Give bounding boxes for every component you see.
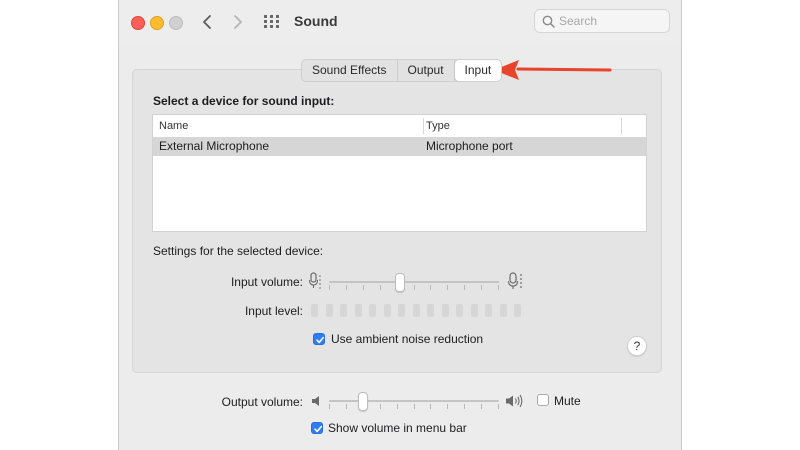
- column-separator: [423, 118, 424, 134]
- slider-tick: [481, 404, 482, 409]
- help-button[interactable]: ?: [627, 336, 647, 356]
- slider-tick: [329, 285, 330, 290]
- microphone-icon: [507, 272, 522, 289]
- input-level-segment: [499, 304, 507, 317]
- slider-tick: [380, 285, 381, 290]
- input-level-segment: [470, 304, 478, 317]
- device-name: External Microphone: [159, 139, 270, 153]
- mute-label: Mute: [554, 394, 581, 408]
- input-level-segment: [412, 304, 420, 317]
- microphone-icon: [308, 272, 321, 289]
- input-volume-label: Input volume:: [230, 275, 303, 289]
- tab-sound-effects[interactable]: Sound Effects: [302, 60, 398, 81]
- tab-bar: Sound Effects Output Input: [301, 59, 503, 82]
- input-level-segment: [427, 304, 434, 317]
- grid-icon[interactable]: [264, 15, 280, 29]
- input-level-meter: [311, 304, 531, 317]
- input-level-segment: [485, 304, 492, 317]
- window-title: Sound: [294, 13, 338, 29]
- input-level-segment: [354, 304, 362, 317]
- slider-tick: [346, 404, 347, 409]
- input-level-segment: [441, 304, 449, 317]
- forward-chevron-icon[interactable]: [226, 11, 248, 33]
- device-table[interactable]: Name Type External Microphone Microphone…: [152, 114, 647, 232]
- input-volume-slider[interactable]: [329, 272, 499, 292]
- input-level-segment: [456, 304, 463, 317]
- mute-checkbox[interactable]: [537, 394, 549, 406]
- slider-knob[interactable]: [395, 273, 405, 292]
- input-level-segment: [383, 304, 391, 317]
- minimize-button[interactable]: [150, 16, 164, 30]
- speaker-icon: [312, 396, 319, 406]
- slider-tick: [498, 285, 499, 290]
- slider-tick: [498, 404, 499, 409]
- device-list-heading: Select a device for sound input:: [153, 94, 335, 108]
- settings-label: Settings for the selected device:: [153, 244, 324, 258]
- noise-reduction-label: Use ambient noise reduction: [331, 332, 484, 346]
- search-field[interactable]: [534, 9, 670, 33]
- slider-tick: [447, 404, 448, 409]
- slider-tick: [430, 404, 431, 409]
- input-level-segment: [311, 304, 318, 317]
- close-button[interactable]: [131, 16, 145, 30]
- output-volume-label: Output volume:: [221, 395, 303, 409]
- slider-tick: [430, 285, 431, 290]
- input-level-label: Input level:: [244, 304, 303, 318]
- sound-preferences-window: Sound Select a device for sound input: N…: [118, 0, 682, 450]
- slider-tick: [464, 404, 465, 409]
- slider-tick: [397, 404, 398, 409]
- show-volume-checkbox[interactable]: [311, 422, 323, 434]
- show-volume-label: Show volume in menu bar: [328, 421, 467, 435]
- input-level-segment: [340, 304, 347, 317]
- column-header-type[interactable]: Type: [426, 115, 450, 137]
- input-level-segment: [514, 304, 521, 317]
- search-input[interactable]: [559, 13, 663, 29]
- slider-tick: [363, 285, 364, 290]
- device-type: Microphone port: [426, 139, 513, 153]
- slider-tick: [329, 404, 330, 409]
- search-icon: [542, 15, 555, 28]
- back-chevron-icon[interactable]: [197, 11, 219, 33]
- input-level-segment: [398, 304, 405, 317]
- slider-tick: [447, 285, 448, 290]
- slider-tick: [481, 285, 482, 290]
- input-panel: Select a device for sound input: Name Ty…: [132, 69, 662, 373]
- slider-knob[interactable]: [358, 392, 368, 411]
- output-volume-slider[interactable]: [329, 391, 499, 411]
- speaker-loud-icon: [506, 394, 523, 408]
- table-row[interactable]: External Microphone Microphone port: [153, 137, 646, 156]
- slider-tick: [380, 404, 381, 409]
- tab-input[interactable]: Input: [454, 60, 502, 81]
- input-level-segment: [369, 304, 376, 317]
- column-separator: [621, 118, 622, 134]
- zoom-button[interactable]: [169, 16, 183, 30]
- toolbar: Sound: [119, 0, 681, 43]
- slider-tick: [346, 285, 347, 290]
- column-header-name[interactable]: Name: [159, 115, 188, 137]
- input-level-segment: [325, 304, 333, 317]
- slider-tick: [414, 285, 415, 290]
- tab-output[interactable]: Output: [398, 60, 455, 81]
- slider-tick: [414, 404, 415, 409]
- noise-reduction-checkbox[interactable]: [313, 333, 325, 345]
- slider-tick: [464, 285, 465, 290]
